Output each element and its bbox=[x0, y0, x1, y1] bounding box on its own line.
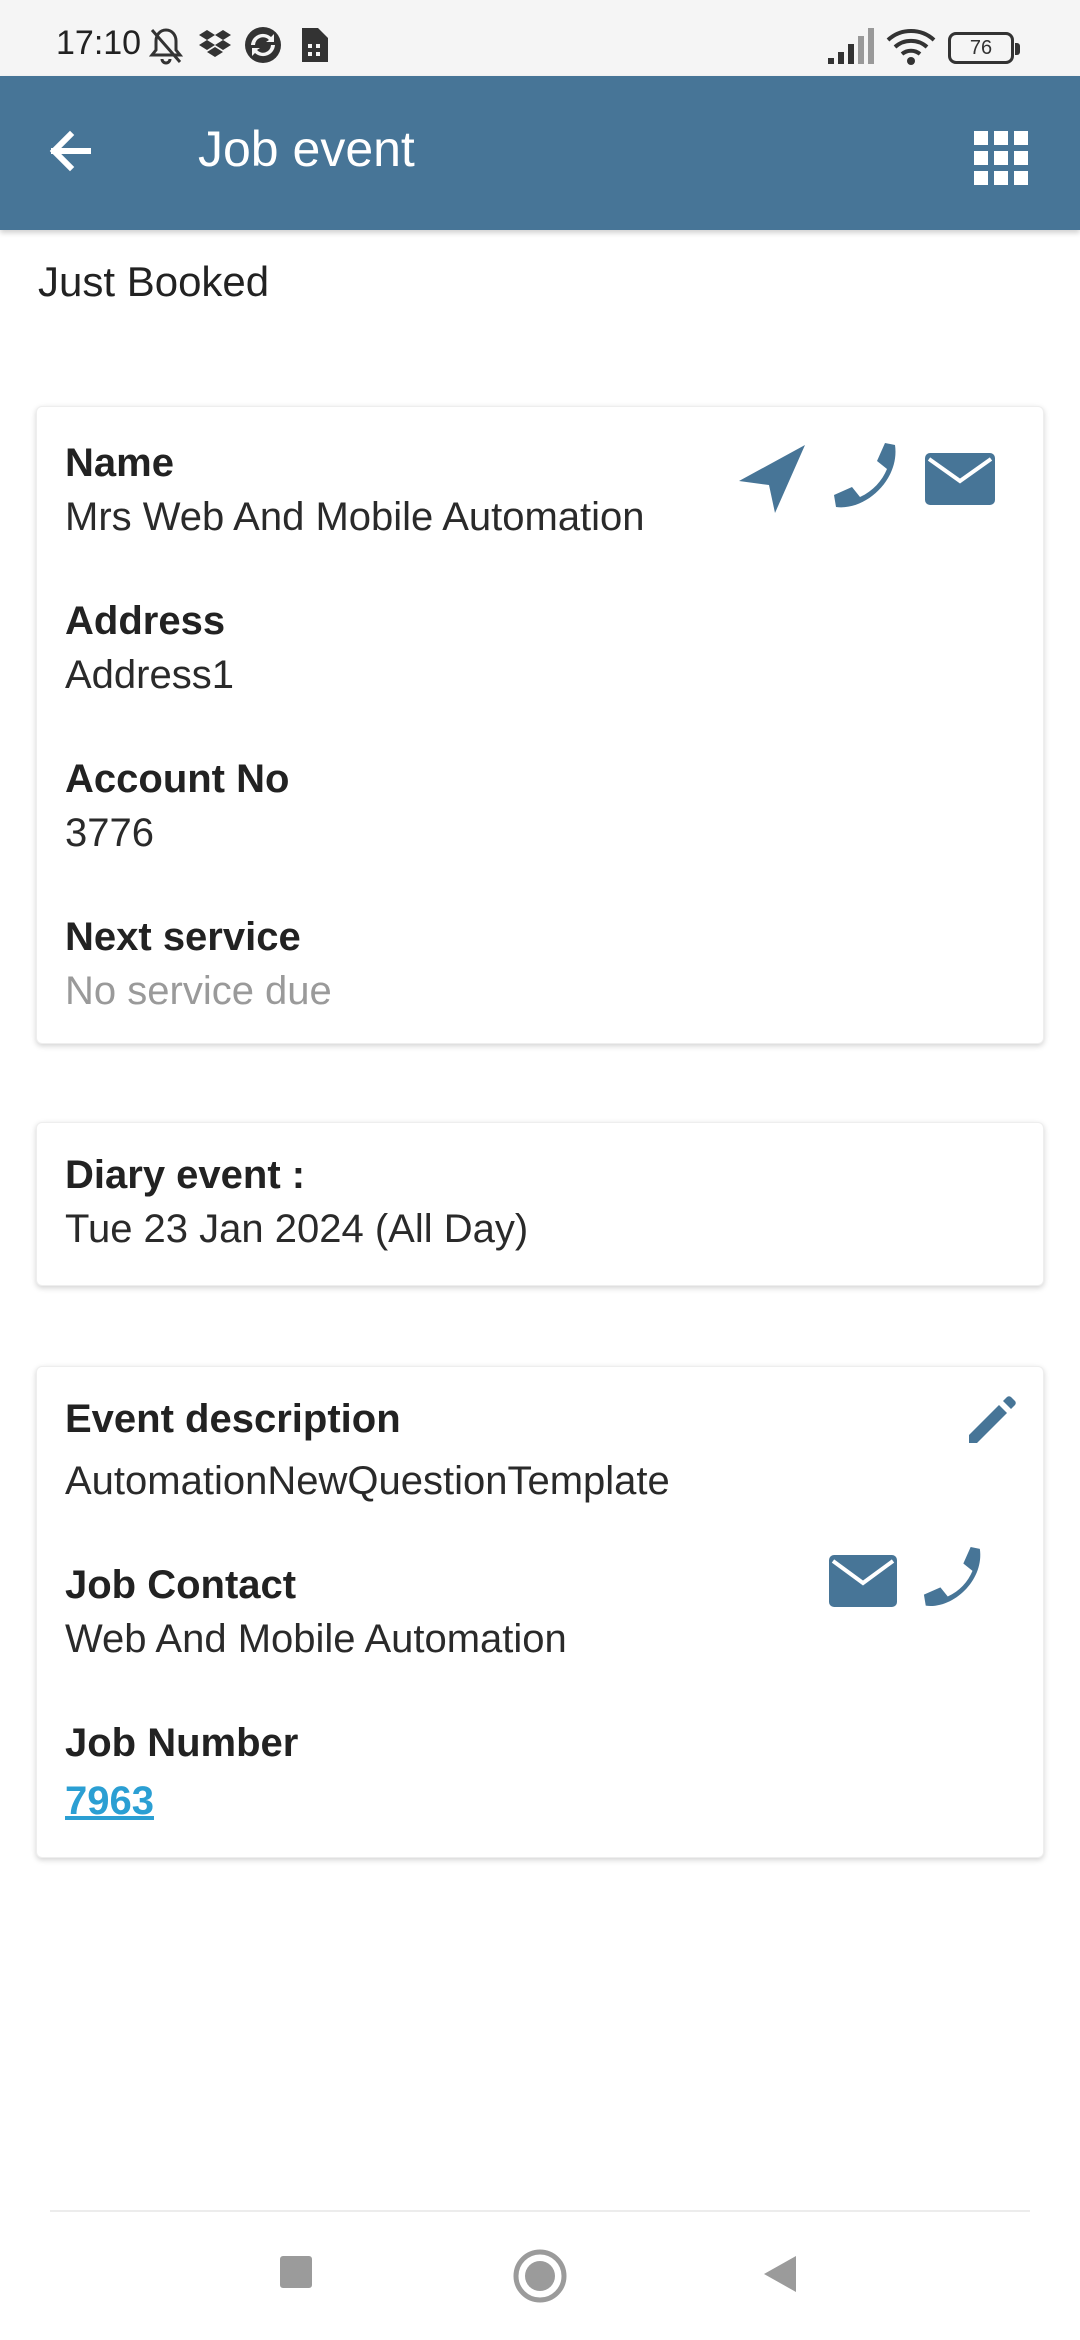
back-triangle-icon[interactable] bbox=[760, 2254, 800, 2294]
battery-icon: 76 bbox=[948, 32, 1020, 64]
dropbox-icon bbox=[199, 30, 231, 57]
next-service-value: No service due bbox=[65, 969, 332, 1013]
recents-square-icon[interactable] bbox=[278, 2254, 314, 2290]
event-card: Event description AutomationNewQuestionT… bbox=[36, 1366, 1044, 1858]
job-number-link[interactable]: 7963 bbox=[65, 1779, 154, 1824]
job-status-heading: Just Booked bbox=[38, 258, 270, 305]
name-label: Name bbox=[65, 441, 174, 485]
app-bar: Job event bbox=[0, 76, 1080, 230]
address-label: Address bbox=[65, 599, 226, 643]
diary-value: Tue 23 Jan 2024 (All Day) bbox=[65, 1207, 529, 1251]
description-label: Event description bbox=[65, 1397, 401, 1441]
home-circle-icon[interactable] bbox=[512, 2248, 568, 2304]
address-value: Address1 bbox=[65, 653, 234, 697]
page-title: Job event bbox=[198, 121, 415, 177]
edit-icon[interactable] bbox=[965, 1393, 1019, 1447]
nav-divider bbox=[50, 2210, 1030, 2212]
contact-label: Job Contact bbox=[65, 1563, 297, 1607]
name-value: Mrs Web And Mobile Automation bbox=[65, 495, 645, 539]
grid-apps-icon[interactable] bbox=[962, 119, 1040, 197]
status-bar: 17:10 76 bbox=[0, 0, 1080, 76]
description-value: AutomationNewQuestionTemplate bbox=[65, 1459, 670, 1503]
customer-card: Name Mrs Web And Mobile Automation Addre… bbox=[36, 406, 1044, 1044]
account-label: Account No bbox=[65, 757, 290, 801]
email-icon[interactable] bbox=[925, 453, 995, 505]
signal-icon bbox=[828, 28, 874, 64]
contact-email-icon[interactable] bbox=[829, 1555, 897, 1607]
arrow-left-icon[interactable] bbox=[40, 121, 116, 185]
contact-value: Web And Mobile Automation bbox=[65, 1617, 567, 1661]
sim-icon bbox=[302, 28, 328, 62]
wifi-icon bbox=[886, 29, 936, 65]
sync-icon bbox=[245, 27, 281, 63]
diary-label: Diary event : bbox=[65, 1153, 306, 1197]
status-time: 17:10 bbox=[56, 24, 142, 62]
next-service-label: Next service bbox=[65, 915, 301, 959]
diary-card: Diary event : Tue 23 Jan 2024 (All Day) bbox=[36, 1122, 1044, 1286]
account-value: 3776 bbox=[65, 811, 154, 855]
bell-off-icon bbox=[148, 28, 184, 65]
job-number-label: Job Number bbox=[65, 1721, 299, 1765]
navigate-icon[interactable] bbox=[737, 443, 807, 515]
phone-icon[interactable] bbox=[833, 443, 905, 515]
contact-phone-icon[interactable] bbox=[923, 1547, 989, 1613]
